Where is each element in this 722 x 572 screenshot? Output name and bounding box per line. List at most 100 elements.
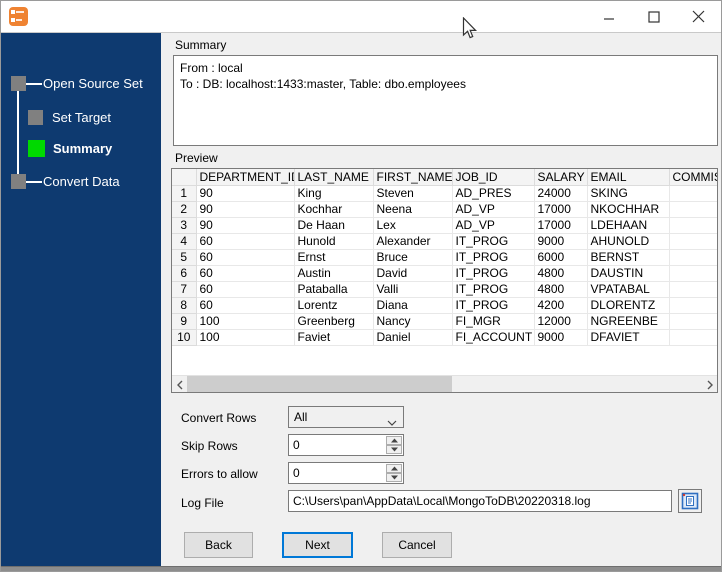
table-cell[interactable]: Nancy [373,313,453,330]
minimize-button[interactable] [586,1,631,32]
table-cell[interactable]: King [294,185,374,202]
table-cell[interactable]: Austin [294,265,374,282]
table-cell[interactable]: 6000 [534,249,588,266]
table-cell[interactable]: 9000 [534,233,588,250]
row-number[interactable]: 4 [172,233,197,250]
skip-rows-input[interactable] [289,435,387,455]
spin-down-icon[interactable] [386,445,402,454]
table-cell[interactable]: LDEHAAN [587,217,670,234]
row-number[interactable]: 1 [172,185,197,202]
errors-to-allow-input[interactable] [289,463,387,483]
column-header[interactable]: DEPARTMENT_ID [196,169,295,186]
row-number[interactable]: 6 [172,265,197,282]
row-number[interactable]: 5 [172,249,197,266]
table-cell[interactable]: IT_PROG [452,249,535,266]
table-cell[interactable]: 60 [196,233,295,250]
table-cell[interactable]: NKOCHHAR [587,201,670,218]
table-cell[interactable] [669,297,717,314]
table-cell[interactable]: 100 [196,313,295,330]
table-cell[interactable]: Pataballa [294,281,374,298]
table-cell[interactable]: AD_VP [452,217,535,234]
table-cell[interactable] [669,217,717,234]
table-cell[interactable]: Kochhar [294,201,374,218]
scroll-right-icon[interactable] [702,376,717,392]
table-cell[interactable]: IT_PROG [452,233,535,250]
column-header[interactable]: COMMIS [669,169,717,186]
column-header[interactable]: SALARY [534,169,588,186]
wizard-step-summary[interactable]: Summary [28,140,112,157]
table-cell[interactable]: Greenberg [294,313,374,330]
row-number[interactable]: 8 [172,297,197,314]
wizard-step-convert-data[interactable]: Convert Data [11,174,120,189]
table-cell[interactable]: David [373,265,453,282]
table-cell[interactable]: SKING [587,185,670,202]
table-cell[interactable]: DAUSTIN [587,265,670,282]
table-cell[interactable]: Bruce [373,249,453,266]
table-cell[interactable]: Alexander [373,233,453,250]
scrollbar-thumb[interactable] [187,376,452,392]
table-cell[interactable]: NGREENBE [587,313,670,330]
table-cell[interactable]: 24000 [534,185,588,202]
table-cell[interactable]: FI_ACCOUNT [452,329,535,346]
table-cell[interactable]: 90 [196,201,295,218]
table-cell[interactable]: Daniel [373,329,453,346]
table-cell[interactable] [669,233,717,250]
table-cell[interactable]: De Haan [294,217,374,234]
table-cell[interactable]: Neena [373,201,453,218]
table-cell[interactable]: 60 [196,281,295,298]
column-header[interactable]: LAST_NAME [294,169,374,186]
row-number[interactable]: 10 [172,329,197,346]
table-cell[interactable]: 90 [196,217,295,234]
column-header[interactable]: FIRST_NAME [373,169,453,186]
scroll-left-icon[interactable] [172,376,187,392]
table-cell[interactable] [669,313,717,330]
column-header[interactable]: EMAIL [587,169,670,186]
table-cell[interactable]: AD_PRES [452,185,535,202]
table-cell[interactable]: IT_PROG [452,297,535,314]
table-cell[interactable]: IT_PROG [452,281,535,298]
table-cell[interactable]: 60 [196,249,295,266]
table-cell[interactable] [669,201,717,218]
table-cell[interactable]: Steven [373,185,453,202]
row-number[interactable]: 9 [172,313,197,330]
table-cell[interactable]: Diana [373,297,453,314]
spin-up-icon[interactable] [386,436,402,445]
table-cell[interactable]: 4800 [534,265,588,282]
table-cell[interactable]: Valli [373,281,453,298]
next-button[interactable]: Next [282,532,353,558]
table-cell[interactable]: AHUNOLD [587,233,670,250]
table-cell[interactable]: 100 [196,329,295,346]
table-cell[interactable]: 60 [196,297,295,314]
table-cell[interactable]: 4800 [534,281,588,298]
table-cell[interactable] [669,249,717,266]
row-number[interactable]: 7 [172,281,197,298]
table-cell[interactable]: 9000 [534,329,588,346]
table-cell[interactable]: 17000 [534,217,588,234]
spin-up-icon[interactable] [386,464,402,473]
table-cell[interactable]: Lorentz [294,297,374,314]
table-cell[interactable]: DFAVIET [587,329,670,346]
table-cell[interactable] [669,281,717,298]
convert-rows-select[interactable]: All [288,406,404,428]
table-cell[interactable]: Faviet [294,329,374,346]
table-cell[interactable]: 4200 [534,297,588,314]
open-log-file-button[interactable] [678,489,702,513]
row-header-corner[interactable] [172,169,197,186]
log-file-input[interactable] [289,491,671,511]
horizontal-scrollbar[interactable] [172,375,717,392]
table-cell[interactable]: Lex [373,217,453,234]
wizard-step-open-source-set[interactable]: Open Source Set [11,76,143,91]
column-header[interactable]: JOB_ID [452,169,535,186]
table-cell[interactable]: VPATABAL [587,281,670,298]
row-number[interactable]: 2 [172,201,197,218]
table-cell[interactable]: 12000 [534,313,588,330]
spin-down-icon[interactable] [386,473,402,482]
table-cell[interactable]: 17000 [534,201,588,218]
table-cell[interactable] [669,185,717,202]
table-cell[interactable]: AD_VP [452,201,535,218]
wizard-step-set-target[interactable]: Set Target [28,110,111,125]
table-cell[interactable] [669,265,717,282]
back-button[interactable]: Back [184,532,253,558]
close-button[interactable] [676,1,721,32]
table-cell[interactable]: Hunold [294,233,374,250]
